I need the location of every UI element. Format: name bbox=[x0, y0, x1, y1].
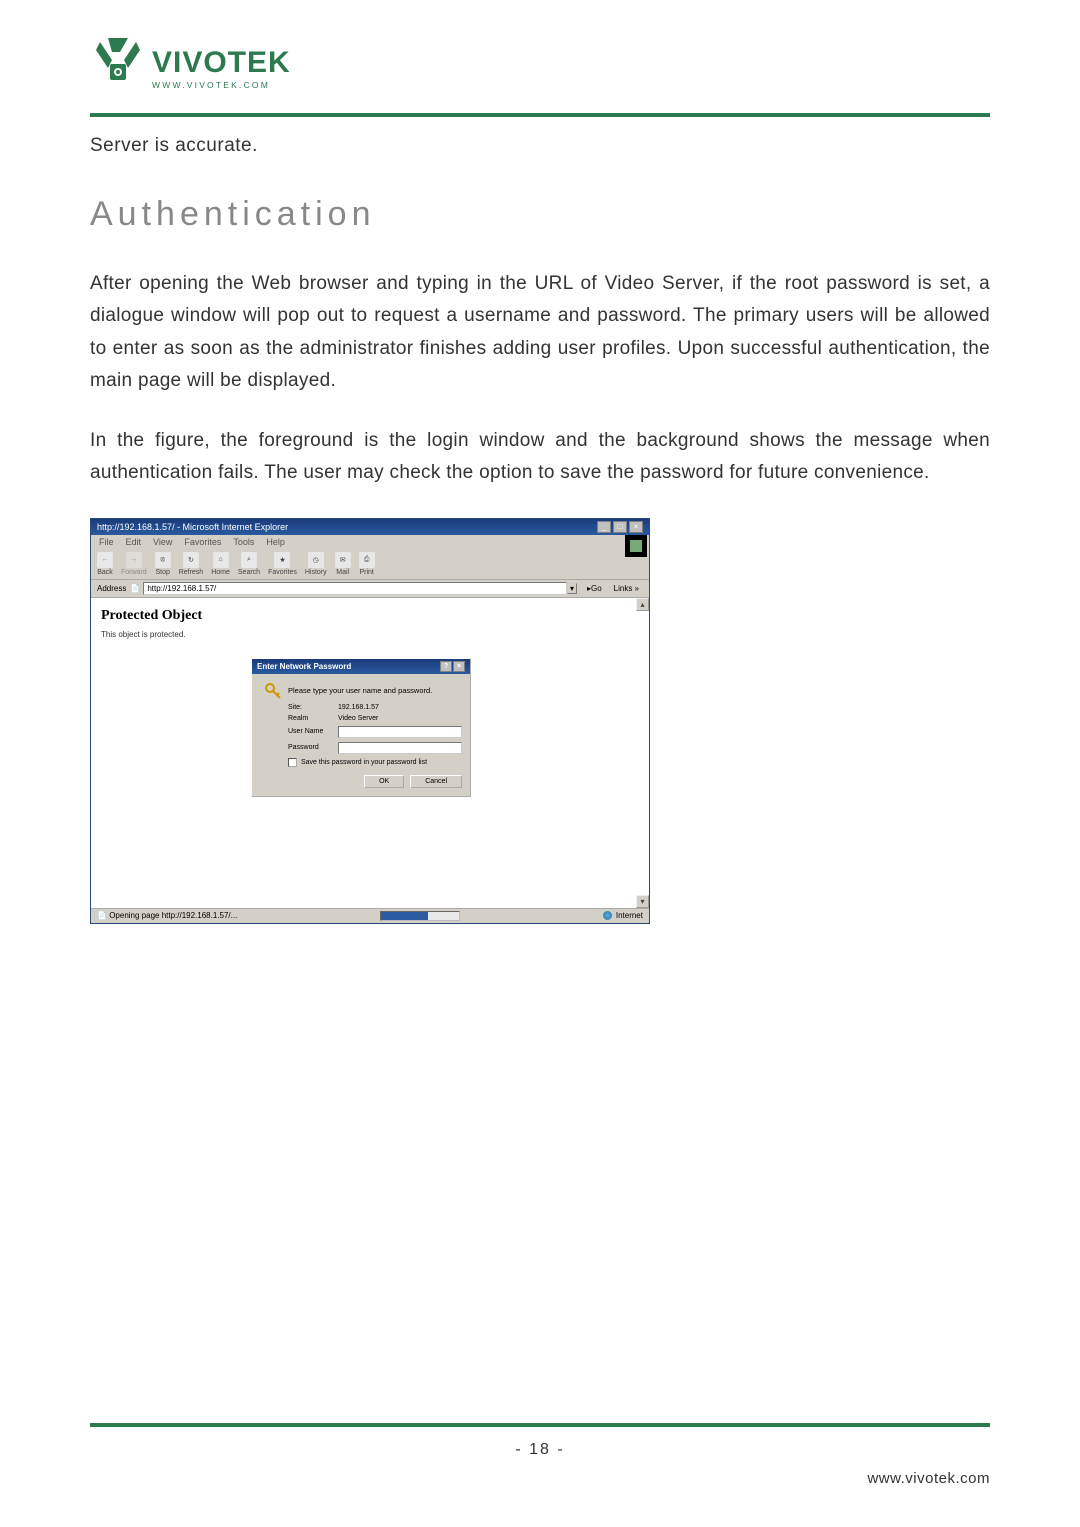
menu-help[interactable]: Help bbox=[266, 537, 285, 547]
ie-title-text: http://192.168.1.57/ - Microsoft Interne… bbox=[97, 522, 288, 532]
realm-value: Video Server bbox=[338, 715, 462, 722]
ie-addressbar: Address 📄 http://192.168.1.57/ ▾ ▸Go Lin… bbox=[91, 580, 649, 598]
auth-dialog: Enter Network Password ? × Please type y… bbox=[251, 658, 471, 797]
refresh-icon: ↻ bbox=[183, 552, 199, 568]
svg-text:VIVOTEK: VIVOTEK bbox=[152, 46, 291, 79]
mail-icon: ✉ bbox=[335, 552, 351, 568]
history-icon: ◷ bbox=[308, 552, 324, 568]
toolbar-home-label: Home bbox=[211, 569, 230, 576]
toolbar-print-label: Print bbox=[359, 569, 373, 576]
home-icon: ⌂ bbox=[213, 552, 229, 568]
cancel-button[interactable]: Cancel bbox=[410, 775, 462, 788]
page-heading: Authentication bbox=[90, 195, 990, 234]
address-label: Address bbox=[97, 584, 126, 593]
status-label: Opening page http://192.168.1.57/... bbox=[109, 911, 237, 920]
username-label: User Name bbox=[288, 728, 338, 735]
stop-icon: ⦻ bbox=[155, 552, 171, 568]
page-loading-icon: 📄 bbox=[97, 911, 107, 920]
page-number: - 18 - bbox=[0, 1441, 1080, 1459]
ie-window-screenshot: http://192.168.1.57/ - Microsoft Interne… bbox=[90, 518, 650, 924]
save-password-label: Save this password in your password list bbox=[301, 759, 427, 766]
dialog-prompt: Please type your user name and password. bbox=[288, 686, 432, 695]
toolbar-history-label: History bbox=[305, 569, 327, 576]
vivotek-logo-svg: VIVOTEK WWW.VIVOTEK.COM bbox=[90, 30, 320, 100]
password-label: Password bbox=[288, 744, 338, 751]
site-value: 192.168.1.57 bbox=[338, 704, 462, 711]
address-input[interactable]: http://192.168.1.57/ bbox=[143, 582, 567, 595]
toolbar-search[interactable]: ⌕Search bbox=[238, 552, 260, 576]
ie-toolbar: ←Back →Forward ⦻Stop ↻Refresh ⌂Home ⌕Sea… bbox=[91, 549, 649, 580]
zone-label: Internet bbox=[616, 911, 643, 920]
toolbar-favorites-label: Favorites bbox=[268, 569, 297, 576]
toolbar-refresh[interactable]: ↻Refresh bbox=[179, 552, 204, 576]
header-divider bbox=[90, 113, 990, 117]
toolbar-refresh-label: Refresh bbox=[179, 569, 204, 576]
toolbar-mail-label: Mail bbox=[336, 569, 349, 576]
ie-titlebar: http://192.168.1.57/ - Microsoft Interne… bbox=[91, 519, 649, 535]
ie-statusbar: 📄 Opening page http://192.168.1.57/... I… bbox=[91, 908, 649, 923]
toolbar-favorites[interactable]: ★Favorites bbox=[268, 552, 297, 576]
protected-text: This object is protected. bbox=[101, 630, 639, 639]
ie-menubar: File Edit View Favorites Tools Help bbox=[91, 535, 649, 549]
print-icon: ⎙ bbox=[359, 552, 375, 568]
ok-button[interactable]: OK bbox=[364, 775, 404, 788]
status-zone: Internet bbox=[603, 911, 643, 920]
scroll-down-icon[interactable]: ▾ bbox=[636, 895, 649, 908]
search-icon: ⌕ bbox=[241, 552, 257, 568]
paragraph-1: After opening the Web browser and typing… bbox=[90, 268, 990, 397]
toolbar-stop[interactable]: ⦻Stop bbox=[155, 552, 171, 576]
footer-divider bbox=[90, 1423, 990, 1427]
save-password-checkbox[interactable] bbox=[288, 758, 297, 767]
site-label: Site: bbox=[288, 704, 338, 711]
toolbar-print[interactable]: ⎙Print bbox=[359, 552, 375, 576]
toolbar-history[interactable]: ◷History bbox=[305, 552, 327, 576]
menu-tools[interactable]: Tools bbox=[233, 537, 254, 547]
dialog-close-button[interactable]: × bbox=[453, 661, 465, 672]
favorites-icon: ★ bbox=[274, 552, 290, 568]
brand-logo: VIVOTEK WWW.VIVOTEK.COM bbox=[90, 30, 990, 105]
dialog-help-button[interactable]: ? bbox=[440, 661, 452, 672]
dialog-body: Please type your user name and password.… bbox=[252, 674, 470, 796]
svg-text:WWW.VIVOTEK.COM: WWW.VIVOTEK.COM bbox=[152, 80, 270, 90]
realm-label: Realm bbox=[288, 715, 338, 722]
page-icon: 📄 bbox=[130, 584, 140, 593]
paragraph-2: In the figure, the foreground is the log… bbox=[90, 425, 990, 490]
key-icon bbox=[264, 682, 282, 700]
toolbar-stop-label: Stop bbox=[155, 569, 169, 576]
username-input[interactable] bbox=[338, 726, 462, 738]
go-button[interactable]: ▸Go bbox=[583, 584, 606, 593]
toolbar-back[interactable]: ←Back bbox=[97, 552, 113, 576]
dialog-titlebar: Enter Network Password ? × bbox=[252, 659, 470, 674]
toolbar-home[interactable]: ⌂Home bbox=[211, 552, 230, 576]
forward-icon: → bbox=[126, 552, 142, 568]
footer-url: www.vivotek.com bbox=[867, 1470, 990, 1487]
menu-view[interactable]: View bbox=[153, 537, 172, 547]
minimize-button[interactable]: _ bbox=[597, 521, 611, 533]
toolbar-forward-label: Forward bbox=[121, 569, 147, 576]
back-icon: ← bbox=[97, 552, 113, 568]
ie-content-area: ▴ ▾ Protected Object This object is prot… bbox=[91, 598, 649, 908]
toolbar-back-label: Back bbox=[97, 569, 113, 576]
scroll-up-icon[interactable]: ▴ bbox=[636, 598, 649, 611]
progress-bar bbox=[380, 911, 460, 921]
toolbar-mail[interactable]: ✉Mail bbox=[335, 552, 351, 576]
password-input[interactable] bbox=[338, 742, 462, 754]
status-text: 📄 Opening page http://192.168.1.57/... bbox=[97, 911, 237, 920]
links-button[interactable]: Links » bbox=[610, 584, 643, 593]
close-button[interactable]: × bbox=[629, 521, 643, 533]
dialog-title-text: Enter Network Password bbox=[257, 662, 351, 671]
protected-heading: Protected Object bbox=[101, 608, 639, 624]
menu-file[interactable]: File bbox=[99, 537, 114, 547]
ie-throbber-icon bbox=[625, 535, 647, 557]
menu-favorites[interactable]: Favorites bbox=[184, 537, 221, 547]
address-dropdown-icon[interactable]: ▾ bbox=[567, 583, 577, 594]
menu-edit[interactable]: Edit bbox=[126, 537, 142, 547]
toolbar-forward[interactable]: →Forward bbox=[121, 552, 147, 576]
maximize-button[interactable]: □ bbox=[613, 521, 627, 533]
ie-window-controls: _ □ × bbox=[597, 521, 643, 533]
internet-zone-icon bbox=[603, 911, 612, 920]
toolbar-search-label: Search bbox=[238, 569, 260, 576]
top-fragment-text: Server is accurate. bbox=[90, 135, 990, 157]
